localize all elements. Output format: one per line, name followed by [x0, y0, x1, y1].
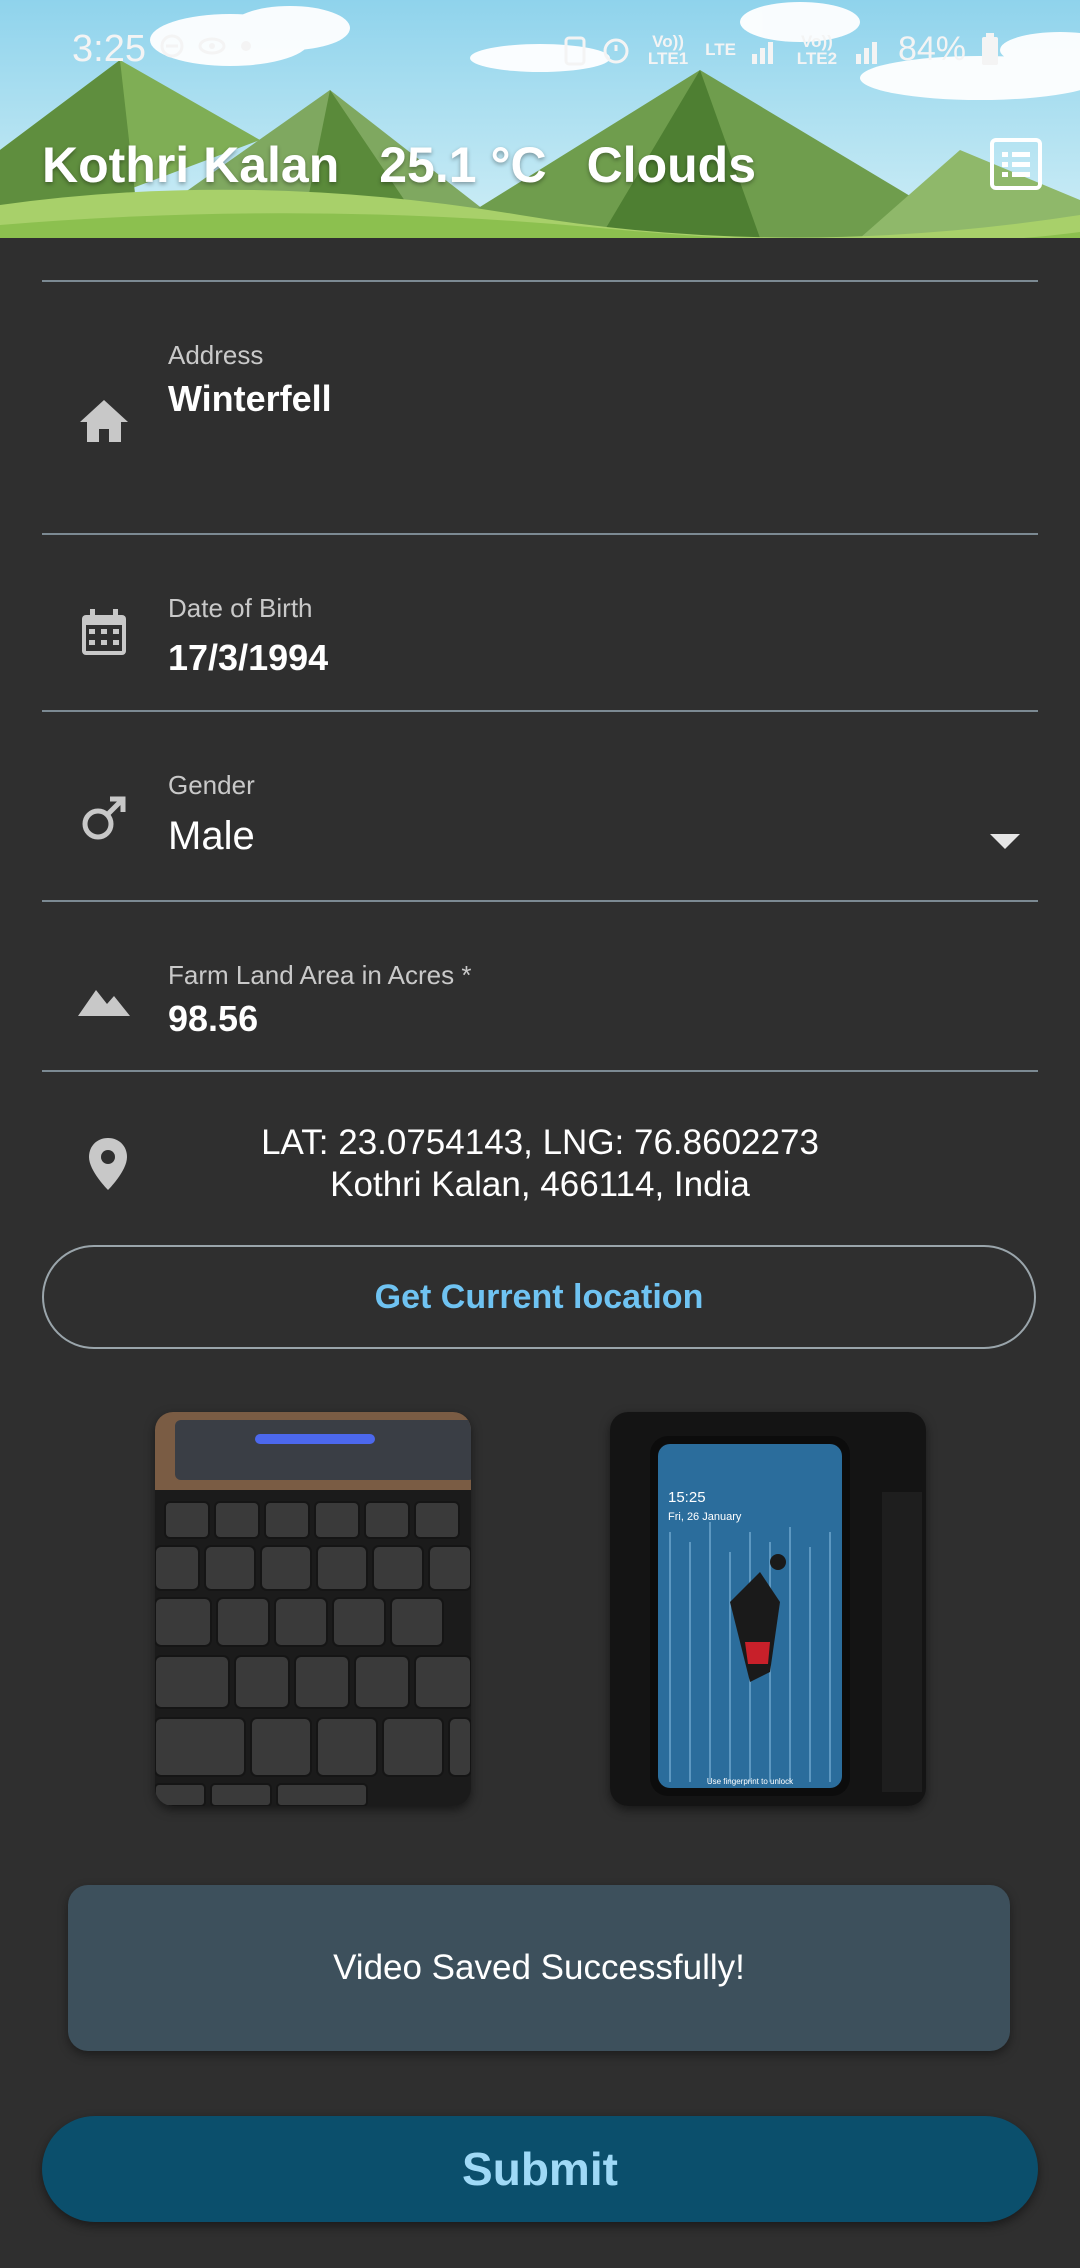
- header-temperature: 25.1 °C: [379, 137, 547, 193]
- terrain-icon: [78, 990, 130, 1016]
- eye-icon: [198, 37, 226, 55]
- calendar-icon: [82, 609, 126, 655]
- phone-date-text: Fri, 26 January: [668, 1511, 742, 1523]
- network-lte-label: LTE: [705, 40, 736, 59]
- status-time: 3:25: [72, 28, 146, 70]
- home-icon: [80, 400, 128, 442]
- weather-summary: Kothri Kalan 25.1 °C Clouds: [42, 136, 756, 194]
- dob-label: Date of Birth: [168, 593, 313, 623]
- header-weather: Clouds: [586, 137, 756, 193]
- phone-time-text: 15:25: [668, 1489, 706, 1506]
- phone-photo-image: 15:25 Fri, 26 January Use fingerprint to…: [610, 1412, 926, 1806]
- gender-value[interactable]: Male: [168, 814, 255, 859]
- phone-hint-text: Use fingerprint to unlock: [707, 1777, 794, 1786]
- signal-icon: [751, 41, 773, 64]
- header-location: Kothri Kalan: [42, 137, 340, 193]
- status-system-icons: Vo)) LTE1 LTE Vo)) LTE2 84%: [563, 30, 1000, 69]
- battery-icon: [982, 32, 998, 65]
- divider: [42, 1070, 1038, 1072]
- address-label: Address: [168, 340, 264, 370]
- alarm-icon: [603, 38, 629, 63]
- network-2-label: Vo)) LTE2: [796, 31, 838, 68]
- dob-field[interactable]: Date of Birth 17/3/1994: [0, 535, 1080, 711]
- location-place: Kothri Kalan, 466114, India: [330, 1165, 750, 1204]
- signal-2-icon: [855, 41, 877, 64]
- network-1-label: Vo)) LTE1: [647, 31, 689, 68]
- status-bar: 3:25 Vo)) LTE1 LTE Vo)) LTE2 84%: [0, 0, 1080, 100]
- address-field[interactable]: Address Winterfell: [0, 282, 1080, 534]
- battery-percent: 84%: [897, 30, 966, 68]
- dob-value[interactable]: 17/3/1994: [168, 637, 328, 679]
- farm-area-field[interactable]: Farm Land Area in Acres * 98.56: [0, 902, 1080, 1070]
- photo-thumbnail-keyboard[interactable]: [155, 1412, 471, 1806]
- farm-area-value[interactable]: 98.56: [168, 998, 258, 1040]
- weather-header: 3:25 Vo)) LTE1 LTE Vo)) LTE2 84% Kothri …: [0, 0, 1080, 238]
- get-current-location-button[interactable]: Get Current location: [42, 1245, 1036, 1349]
- photo-thumbnail-phone[interactable]: 15:25 Fri, 26 January Use fingerprint to…: [610, 1412, 926, 1806]
- male-icon: [82, 796, 126, 840]
- farm-area-label: Farm Land Area in Acres *: [168, 960, 472, 990]
- keyboard-photo-image: [155, 1412, 471, 1806]
- list-icon[interactable]: [988, 136, 1044, 192]
- gender-dropdown[interactable]: Gender Male: [0, 712, 1080, 900]
- submit-button[interactable]: Submit: [42, 2116, 1038, 2222]
- status-notification-icons: [160, 34, 252, 58]
- location-coordinates: LAT: 23.0754143, LNG: 76.8602273: [261, 1123, 819, 1162]
- dot-icon: [241, 41, 251, 51]
- chevron-down-icon[interactable]: [990, 834, 1020, 849]
- battery-saver-icon: [564, 36, 586, 65]
- address-value[interactable]: Winterfell: [168, 378, 332, 420]
- gender-label: Gender: [168, 770, 255, 800]
- toast-message: Video Saved Successfully!: [68, 1885, 1010, 2051]
- dnd-icon: [160, 34, 184, 58]
